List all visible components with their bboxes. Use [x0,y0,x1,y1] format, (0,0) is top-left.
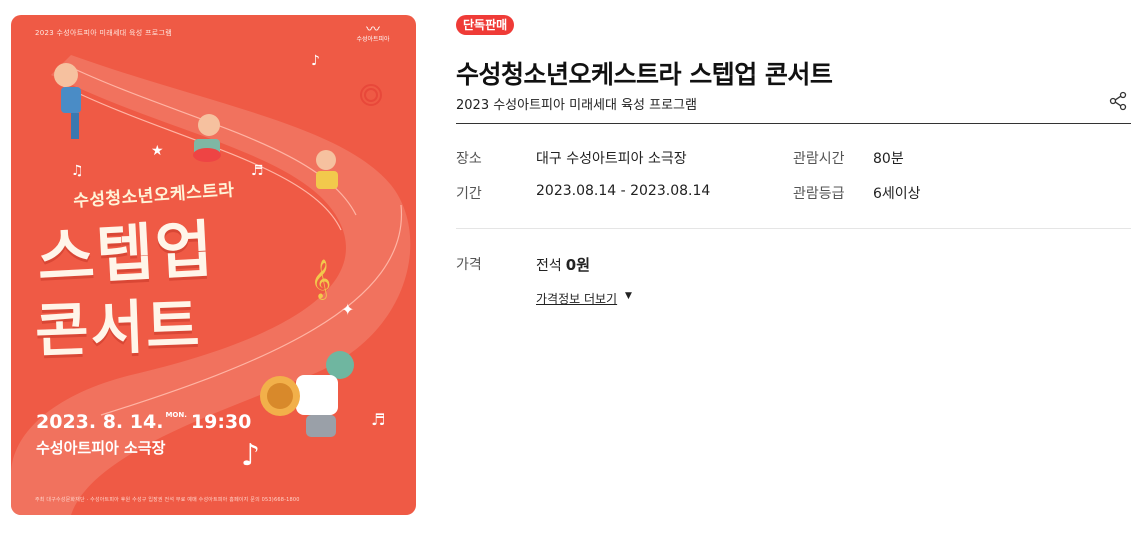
rating-label: 관람등급 [793,186,845,202]
svg-text:♫: ♫ [71,163,84,179]
poster-footer: 주최 대구수성문화재단 · 수성아트피아 후원 수성구 입장권 전석 무료 예매… [35,497,300,503]
svg-text:✦: ✦ [341,300,354,319]
rating-value: 6세이상 [873,186,921,202]
page-subtitle: 2023 수성아트피아 미래세대 육성 프로그램 [456,98,697,113]
title-divider [456,123,1131,124]
svg-text:𝄞: 𝄞 [311,259,331,300]
caret-down-icon[interactable]: ▼ [625,291,632,301]
share-icon[interactable] [1108,91,1128,111]
poster-caption: 2023 수성아트피아 미래세대 육성 프로그램 [35,29,172,37]
concert-poster: 𝄞 ★ ♫ ♬ ✦ ♪ ♪ ♬ 2023 수성아트피아 미래세대 육성 프로그램… [11,15,416,515]
svg-text:★: ★ [151,143,164,159]
svg-text:♪: ♪ [241,438,260,473]
poster-date: 2023. 8. 14. MON. 19:30 [36,411,252,433]
venue-label: 장소 [456,151,482,167]
runtime-value: 80분 [873,151,904,167]
runtime-label: 관람시간 [793,151,845,167]
price-value: 전석 0원 [536,256,591,274]
svg-text:♬: ♬ [251,163,264,179]
svg-text:♬: ♬ [371,410,385,429]
period-value: 2023.08.14 - 2023.08.14 [536,183,711,199]
price-label: 가격 [456,257,482,273]
svg-text:♪: ♪ [311,53,320,69]
price-more-link[interactable]: 가격정보 더보기 [536,290,617,307]
poster-title-line2: 콘서트 [34,291,203,365]
page-title: 수성청소년오케스트라 스텝업 콘서트 [456,60,833,89]
poster-logo: 〰 수성아트피아 [348,22,398,44]
wave-icon: 〰 [366,22,380,38]
poster-venue: 수성아트피아 소극장 [36,439,166,457]
section-divider [456,228,1131,229]
period-label: 기간 [456,186,482,202]
venue-value: 대구 수성아트피아 소극장 [536,151,687,167]
exclusive-badge: 단독판매 [456,15,515,35]
